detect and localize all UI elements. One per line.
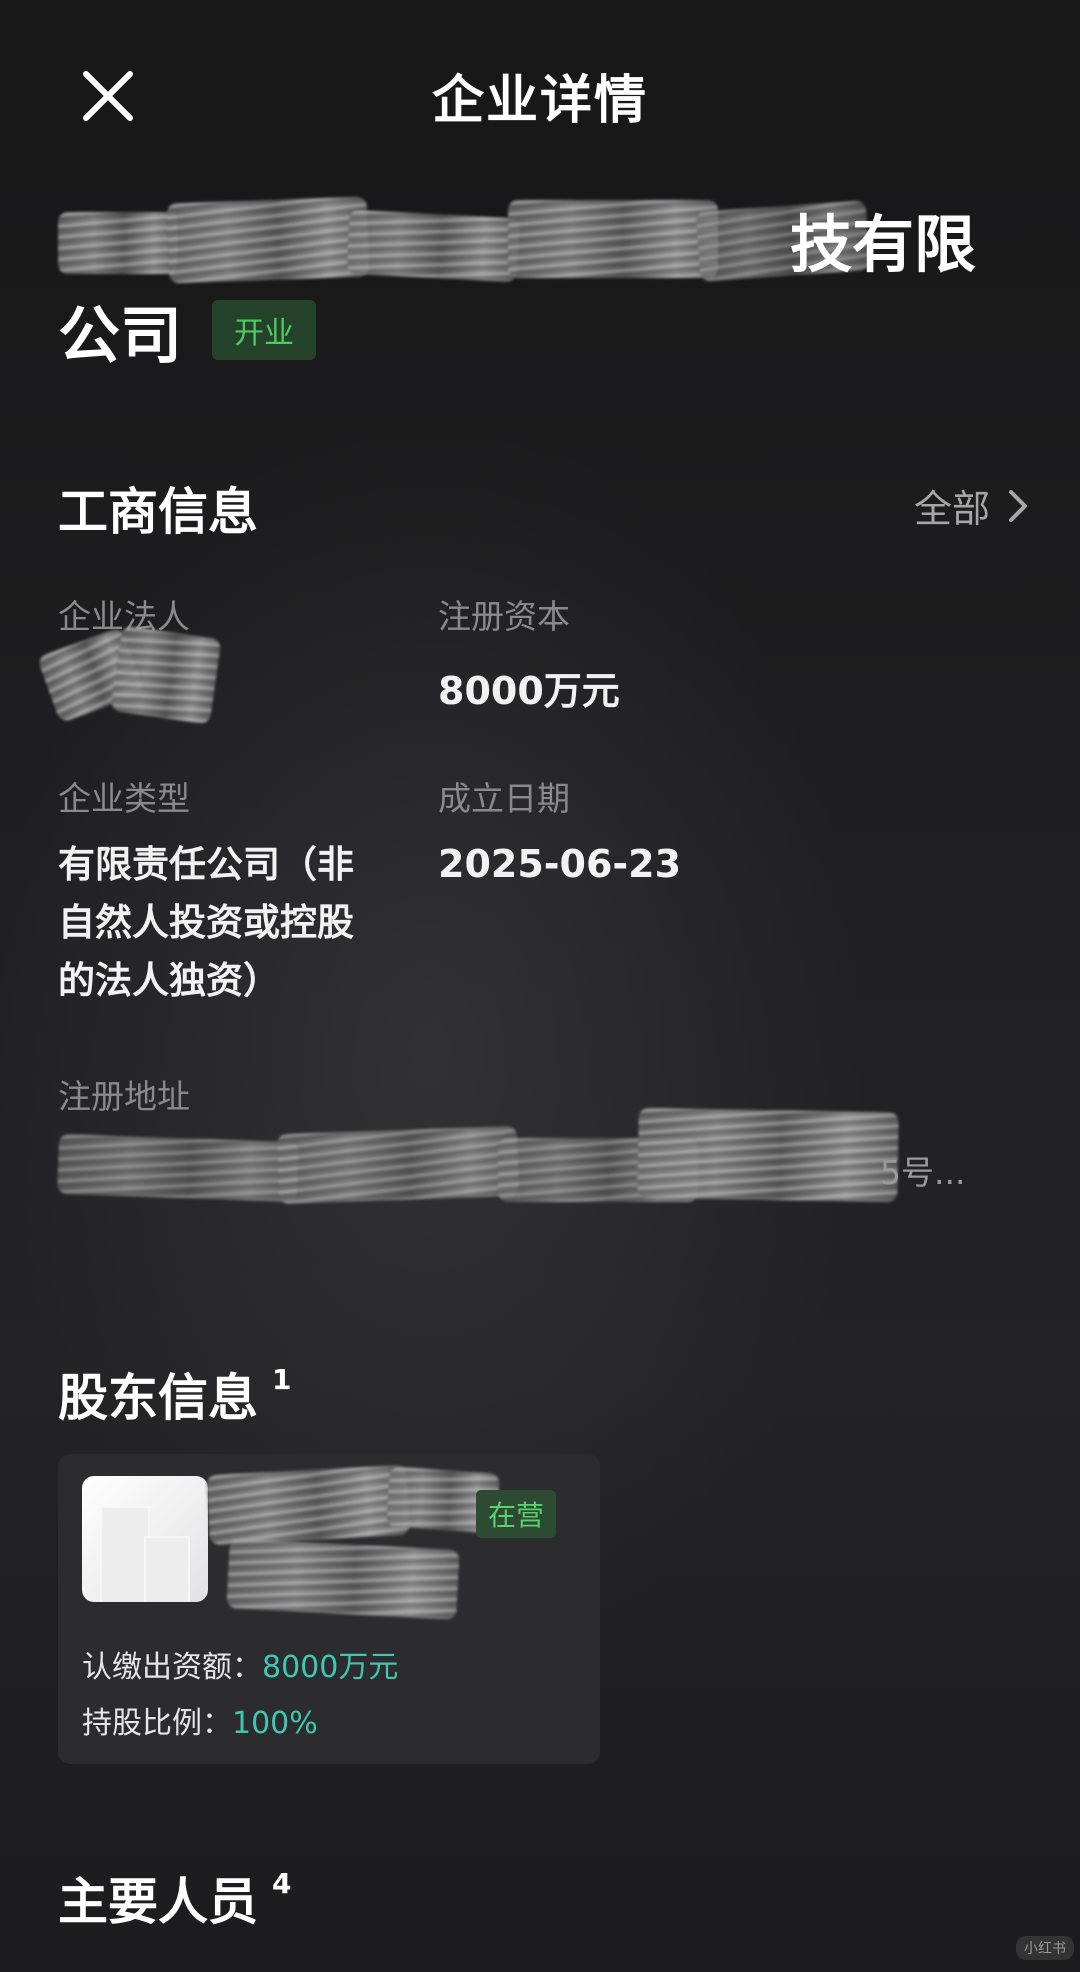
- business-info-title: 工商信息: [58, 483, 258, 541]
- registered-address-tail: 5号...: [880, 1153, 966, 1192]
- key-personnel-title: 主要人员 4: [58, 1862, 291, 1934]
- chevron-right-icon: [1009, 489, 1027, 522]
- company-name-tail: 技有限: [790, 208, 977, 281]
- key-personnel-title-text: 主要人员: [58, 1873, 258, 1931]
- company-type-value: 有限责任公司（非自然人投资或控股的法人独资）: [58, 843, 354, 1002]
- shareholder-card[interactable]: 在营 认缴出资额：8000万元 持股比例：100%: [58, 1454, 600, 1764]
- subscribed-capital-label: 认缴出资额：: [82, 1650, 262, 1685]
- company-name-suffix: 公司: [58, 299, 183, 372]
- registered-capital-value: 8000万元: [438, 669, 620, 713]
- shareholder-name-redacted: [206, 1464, 500, 1624]
- page-title: 企业详情: [431, 71, 648, 131]
- more-link-label: 全部: [913, 487, 990, 531]
- shareholder-logo: [82, 1476, 208, 1602]
- registered-capital-label: 注册资本: [438, 597, 570, 636]
- company-name-line2: 公司 开业: [58, 285, 317, 375]
- company-type-label: 企业类型: [58, 779, 190, 818]
- shareholder-count: 1: [272, 1363, 292, 1396]
- shareholder-status-badge: 在营: [476, 1490, 557, 1538]
- legal-person-value-redacted: [36, 625, 222, 725]
- share-ratio-row: 持股比例：100%: [82, 1698, 318, 1742]
- share-ratio-value: 100%: [232, 1706, 318, 1741]
- share-ratio-label: 持股比例：: [82, 1706, 232, 1741]
- registered-address-value-redacted: [57, 1107, 1018, 1218]
- watermark: 小红书: [1016, 1936, 1074, 1960]
- top-bar: 企业详情: [0, 0, 1080, 168]
- subscribed-capital-row: 认缴出资额：8000万元: [82, 1642, 398, 1686]
- company-detail-page: 企业详情 技有限 公司 开业 工商信息 全部 企业法人 注册资本 8000万元 …: [0, 0, 1080, 1972]
- business-info-more-link[interactable]: 全部: [914, 478, 1028, 533]
- company-status-badge: 开业: [212, 300, 317, 360]
- founded-date-value: 2025-06-23: [438, 842, 682, 886]
- subscribed-capital-value: 8000万元: [262, 1650, 399, 1685]
- key-personnel-count: 4: [272, 1867, 292, 1900]
- shareholder-info-title: 股东信息 1: [58, 1358, 291, 1430]
- shareholder-info-title-text: 股东信息: [58, 1369, 258, 1427]
- founded-date-label: 成立日期: [438, 779, 570, 818]
